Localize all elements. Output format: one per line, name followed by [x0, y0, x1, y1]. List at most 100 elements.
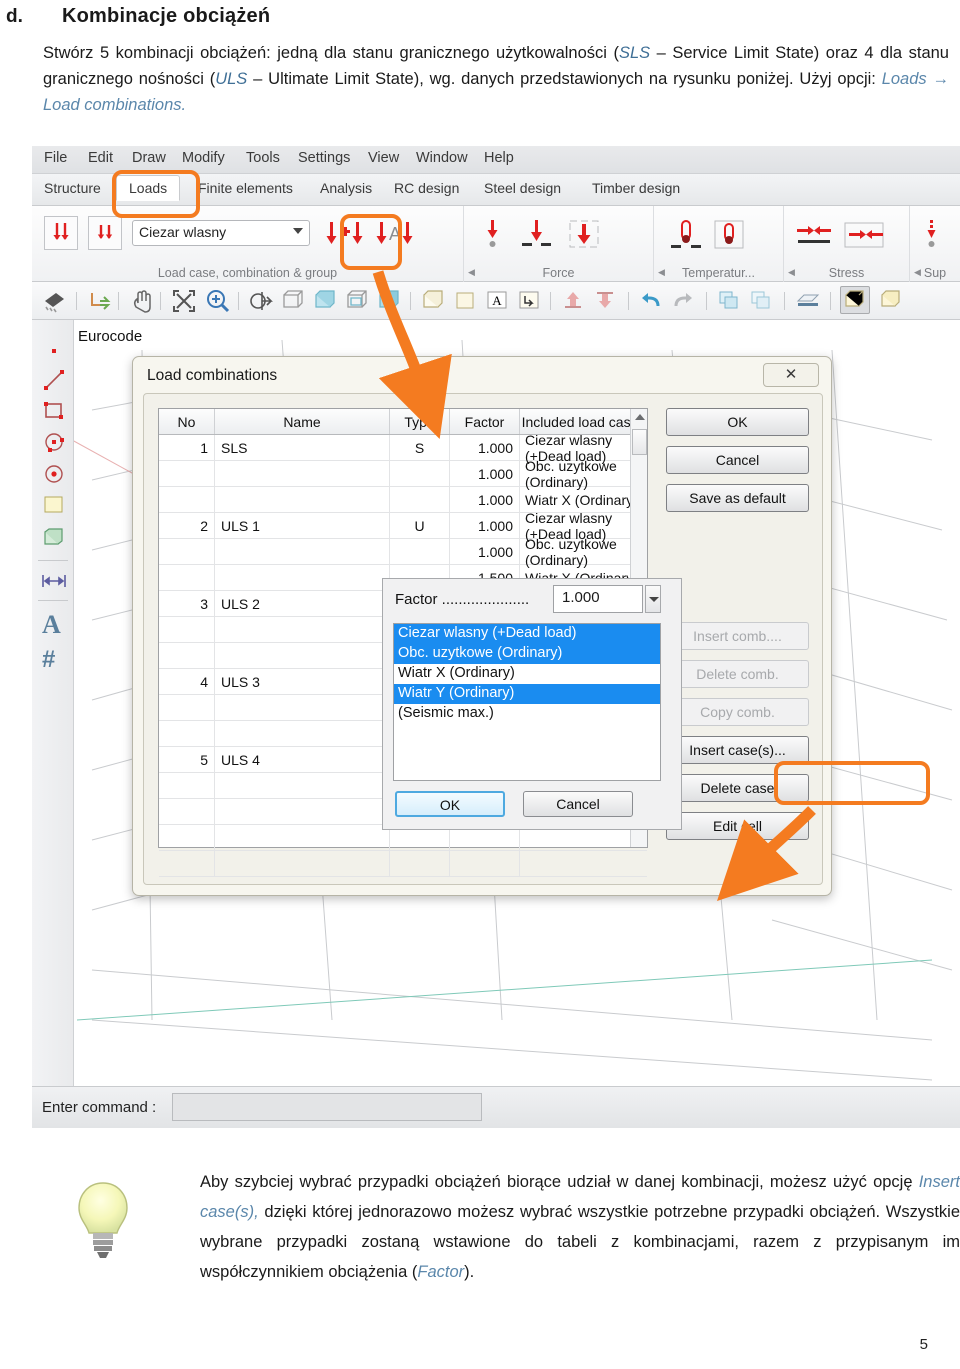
scroll-up-icon[interactable]	[635, 414, 645, 420]
view-shaded-icon[interactable]	[312, 288, 338, 317]
cell-included-load-case[interactable]: Ciezar wlasny (+Dead load)	[520, 432, 647, 464]
plate-tool-icon[interactable]	[42, 494, 66, 521]
numbering-tool-icon[interactable]: #	[42, 646, 55, 674]
menu-item-help[interactable]: Help	[484, 150, 514, 166]
tab-rc-design[interactable]: RC design	[394, 180, 459, 196]
cell-type	[390, 851, 450, 876]
surface-stress-icon[interactable]	[842, 220, 886, 255]
menu-item-draw[interactable]: Draw	[132, 150, 166, 166]
tab-structure[interactable]: Structure	[44, 180, 101, 196]
menu-item-tools[interactable]: Tools	[246, 150, 280, 166]
insert-cases-button[interactable]: Insert case(s)...	[666, 736, 809, 764]
close-icon[interactable]: ✕	[763, 363, 819, 387]
cancel-button[interactable]: Cancel	[666, 446, 809, 474]
point-tool-icon[interactable]	[44, 342, 64, 365]
rectangle-tool-icon[interactable]	[42, 400, 66, 427]
text-tool-icon[interactable]: A	[42, 610, 61, 640]
surface-force-icon[interactable]	[566, 218, 602, 257]
export-icon[interactable]	[86, 287, 114, 320]
move-down-icon[interactable]	[592, 288, 618, 317]
tab-timber-design[interactable]: Timber design	[592, 180, 680, 196]
edit-load-case-icon[interactable]	[88, 216, 122, 250]
table-row[interactable]	[159, 851, 647, 877]
line-temperature-icon[interactable]	[670, 218, 702, 257]
view-hidden-line-icon[interactable]	[344, 288, 370, 317]
cell-factor: 1.000	[450, 487, 520, 512]
popup-ok-button[interactable]: OK	[395, 791, 505, 817]
tab-steel-design[interactable]: Steel design	[484, 180, 561, 196]
view-wireframe-icon[interactable]	[280, 288, 306, 317]
load-case-listbox[interactable]: Ciezar wlasny (+Dead load) Obc. uzytkowe …	[393, 623, 661, 781]
ribbon-group-load-case: Ciezar wlasny A Load case, combination &…	[32, 206, 464, 282]
view-flat-icon[interactable]	[452, 288, 478, 317]
dimension-tool-icon[interactable]	[40, 572, 68, 595]
cell-included-load-case[interactable]: Wiatr X (Ordinary)	[520, 487, 647, 512]
menu-item-view[interactable]: View	[368, 150, 399, 166]
edit-cell-button[interactable]: Edit cell	[666, 812, 809, 840]
delete-comb-button: Delete comb.	[666, 660, 809, 688]
line-stress-icon[interactable]	[794, 220, 834, 255]
popup-cancel-button[interactable]: Cancel	[523, 791, 633, 817]
view-plain-cube-icon[interactable]	[420, 288, 446, 317]
menu-item-edit[interactable]: Edit	[88, 150, 113, 166]
cell-included-load-case[interactable]	[520, 851, 647, 876]
paste-layer-icon[interactable]	[748, 288, 774, 317]
line-force-icon[interactable]	[520, 218, 554, 257]
load-group-icon[interactable]: A	[374, 216, 416, 254]
cell-included-load-case[interactable]: Ciezar wlasny (+Dead load)	[520, 510, 647, 542]
move-up-icon[interactable]	[560, 288, 586, 317]
menu-item-window[interactable]: Window	[416, 150, 468, 166]
section-view-icon[interactable]	[794, 288, 822, 317]
list-item[interactable]: Obc. uzytkowe (Ordinary)	[394, 644, 660, 664]
factor-input[interactable]: 1.000	[553, 585, 643, 613]
render-brush-icon[interactable]	[42, 287, 70, 320]
scrollbar-thumb[interactable]	[632, 429, 647, 455]
tab-finite-elements[interactable]: Finite elements	[198, 180, 293, 196]
factor-spinner[interactable]	[645, 585, 661, 613]
redo-icon[interactable]	[670, 288, 696, 317]
tip-text: Aby szybciej wybrać przypadki obciążeń b…	[200, 1167, 960, 1287]
cell-factor	[450, 851, 520, 876]
table-row[interactable]: 1.000Obc. uzytkowe (Ordinary)	[159, 458, 647, 490]
support-motion-icon[interactable]	[918, 218, 946, 257]
isometric-view-icon[interactable]	[878, 288, 904, 317]
cell-included-load-case[interactable]: Obc. uzytkowe (Ordinary)	[520, 536, 647, 568]
add-load-case-icon[interactable]	[44, 216, 78, 250]
point-force-icon[interactable]	[478, 218, 508, 257]
table-row[interactable]: 1.000Obc. uzytkowe (Ordinary)	[159, 536, 647, 568]
mirror-view-icon[interactable]	[248, 287, 276, 320]
local-system-icon[interactable]	[516, 288, 542, 317]
page-title: Kombinacje obciążeń	[62, 5, 271, 27]
list-item[interactable]: Wiatr X (Ordinary)	[394, 664, 660, 684]
list-item[interactable]: (Seismic max.)	[394, 704, 660, 724]
surface-temperature-icon[interactable]	[712, 218, 746, 257]
perspective-view-icon[interactable]	[840, 286, 870, 314]
circle-tool-icon[interactable]	[42, 462, 66, 491]
copy-layer-icon[interactable]	[716, 288, 742, 317]
view-solid-icon[interactable]	[376, 288, 402, 317]
pan-hand-icon[interactable]	[128, 287, 156, 320]
cell-name	[215, 773, 390, 798]
delete-case-button[interactable]: Delete case	[666, 774, 809, 802]
list-item[interactable]: Wiatr Y (Ordinary)	[394, 684, 660, 704]
list-item[interactable]: Ciezar wlasny (+Dead load)	[394, 624, 660, 644]
menu-item-modify[interactable]: Modify	[182, 150, 225, 166]
load-combination-icon[interactable]	[324, 216, 366, 254]
load-case-combo[interactable]: Ciezar wlasny	[132, 220, 310, 246]
zoom-fit-icon[interactable]	[170, 287, 198, 320]
tab-loads[interactable]: Loads	[116, 175, 181, 201]
menu-item-file[interactable]: File	[44, 150, 67, 166]
zoom-in-icon[interactable]	[204, 287, 232, 320]
save-as-default-button[interactable]: Save as default	[666, 484, 809, 512]
line-tool-icon[interactable]	[42, 368, 66, 397]
arc-tool-icon[interactable]	[42, 430, 66, 459]
menu-item-settings[interactable]: Settings	[298, 150, 350, 166]
solid-tool-icon[interactable]	[42, 526, 66, 553]
cell-name: ULS 4	[215, 747, 390, 772]
undo-icon[interactable]	[638, 288, 664, 317]
tab-analysis[interactable]: Analysis	[320, 180, 372, 196]
text-display-icon[interactable]: A	[484, 288, 510, 317]
ok-button[interactable]: OK	[666, 408, 809, 436]
command-input[interactable]	[172, 1093, 482, 1121]
cell-included-load-case[interactable]: Obc. uzytkowe (Ordinary)	[520, 458, 647, 490]
